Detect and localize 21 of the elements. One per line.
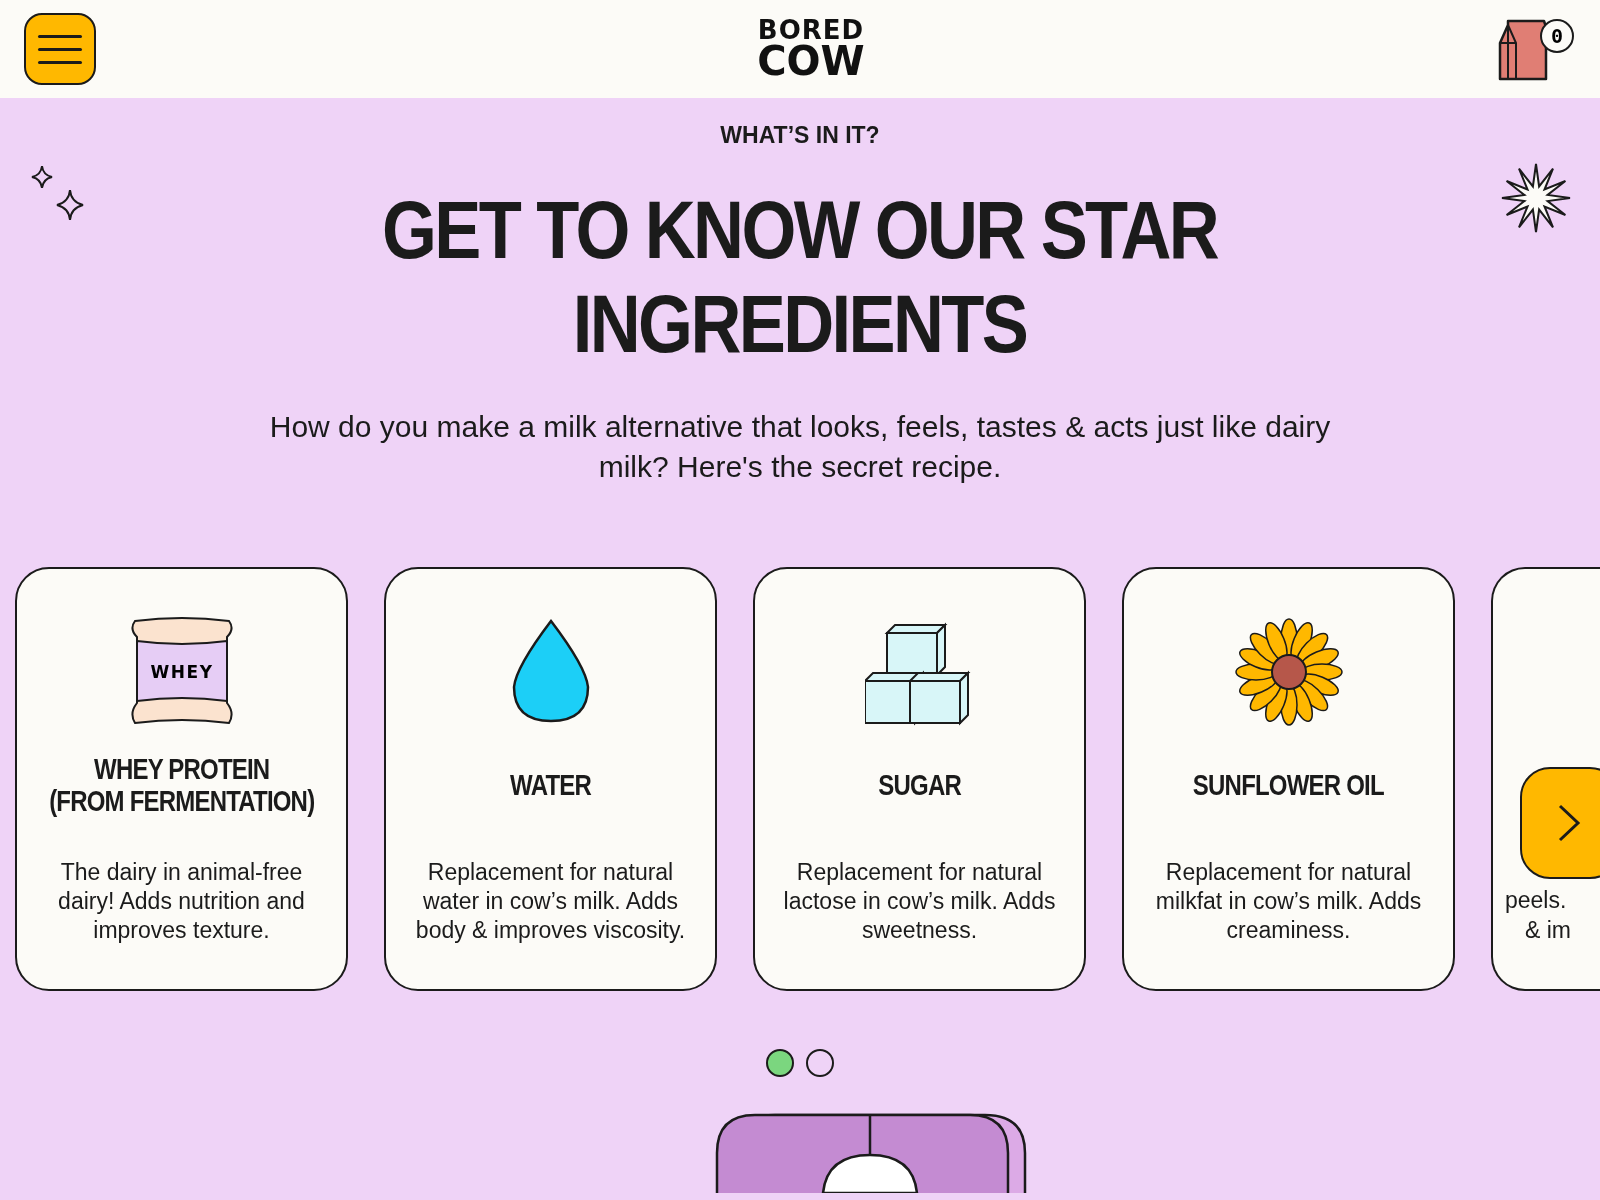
carousel-dot[interactable] — [806, 1049, 834, 1077]
cart-button[interactable]: 0 — [1496, 9, 1576, 89]
sunflower-icon — [1233, 617, 1344, 727]
carousel-dot[interactable] — [766, 1049, 794, 1077]
ingredient-name: SUNFLOWER OIL — [1193, 768, 1384, 801]
ingredient-description: Replacement for natural water in cow’s milk. Adds body & improves viscosity. — [414, 858, 687, 945]
intro-text: How do you make a milk alternative that looks, feels, tastes & acts just like dairy milk? Here's the secret recipe. — [268, 409, 1332, 485]
section-title: GET TO KNOW OUR STAR INGREDIENTS — [382, 183, 1218, 371]
next-button[interactable] — [1520, 767, 1600, 879]
ingredient-description: Replacement for natural milkfat in cow’s milk. Adds creaminess. — [1154, 858, 1423, 945]
ingredient-name: WATER — [510, 768, 591, 801]
starburst-icon — [1500, 162, 1572, 234]
ingredient-description: Replacement for natural lactose in cow’s milk. Adds sweetness. — [782, 858, 1057, 945]
ingredient-description: The dairy in animal-free dairy! Adds nutrition and improves texture. — [57, 858, 306, 945]
menu-button[interactable] — [24, 13, 96, 85]
section-eyebrow: WHAT’S IN IT? — [720, 122, 880, 149]
ingredient-name: WHEY PROTEIN (FROM FERMENTATION) — [48, 752, 315, 817]
ingredient-name: SUGAR — [878, 768, 961, 801]
ingredient-description: peels. & im — [1504, 886, 1572, 945]
chevron-right-icon — [1556, 803, 1582, 843]
logo[interactable]: BORED COW — [757, 17, 865, 81]
